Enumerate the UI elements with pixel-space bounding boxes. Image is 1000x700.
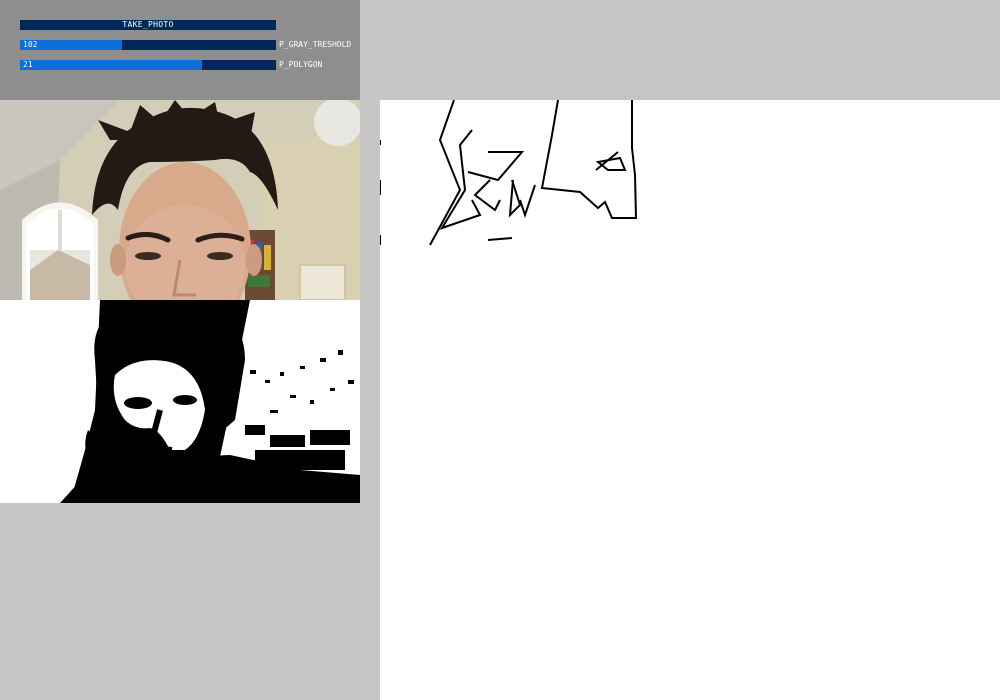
polygon-value: 21 — [23, 60, 33, 69]
gray-threshold-value: 102 — [23, 40, 38, 49]
gray-threshold-label: P_GRAY_TRESHOLD — [279, 40, 352, 49]
drawing-line — [519, 184, 536, 219]
threshold-view — [0, 300, 360, 503]
polygon-drawing — [380, 100, 638, 246]
polygon-slider-fill — [20, 60, 202, 70]
polygon-slider[interactable]: 21 — [20, 60, 276, 70]
gray-threshold-slider[interactable]: 102 — [20, 40, 276, 50]
camera-feed — [0, 100, 360, 300]
drawing-line — [487, 237, 513, 241]
polygon-label: P_POLYGON — [279, 60, 323, 69]
drawing-canvas — [380, 100, 1000, 700]
drawing-line — [473, 179, 501, 212]
threshold-image — [0, 300, 360, 503]
camera-feed-image — [0, 100, 360, 300]
take-photo-button[interactable]: TAKE_PHOTO — [20, 20, 276, 30]
drawing-line — [508, 179, 522, 218]
control-panel: TAKE_PHOTO 102 P_GRAY_TRESHOLD 21 P_POLY… — [0, 0, 360, 100]
drawing-line — [540, 100, 638, 219]
drawing-line — [467, 151, 525, 182]
